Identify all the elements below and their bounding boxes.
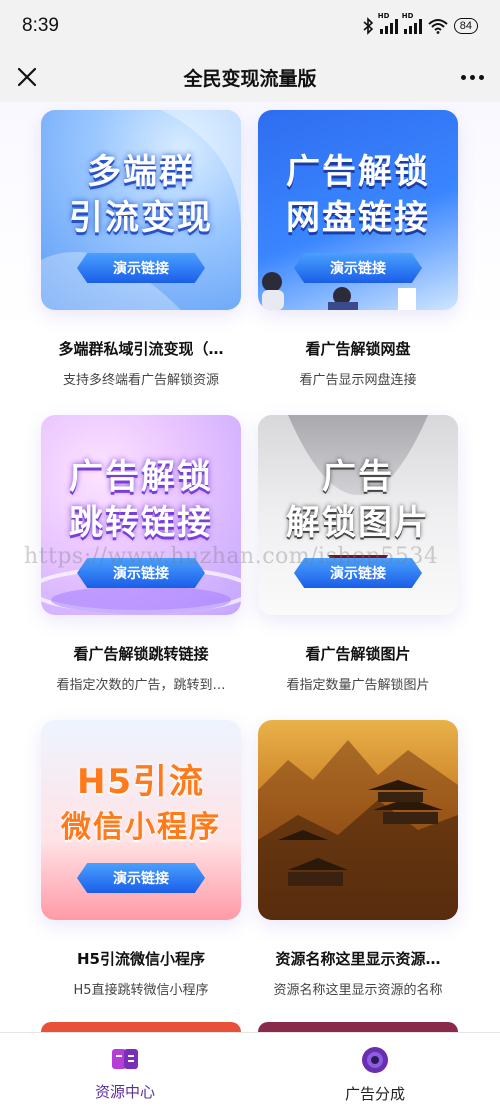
banner-line-1: 广告解锁 bbox=[69, 457, 213, 497]
battery-indicator: 84 bbox=[453, 18, 478, 34]
card-title: H5引流微信小程序 bbox=[77, 950, 205, 968]
card-desc: 资源名称这里显示资源的名称 bbox=[273, 983, 443, 998]
ad-share-icon bbox=[362, 1047, 388, 1073]
card-desc: H5直接跳转微信小程序 bbox=[73, 983, 209, 998]
card-banner: H5引流 微信小程序 演示链接 bbox=[41, 720, 241, 920]
wifi-icon bbox=[428, 19, 448, 34]
card-banner bbox=[258, 720, 458, 920]
page-title: 全民变现流量版 bbox=[183, 67, 317, 90]
signal-icon: HD bbox=[378, 12, 398, 34]
banner-line-1: 多端群 bbox=[87, 152, 195, 192]
next-card-peek bbox=[258, 1022, 458, 1032]
card-desc: 看指定数量广告解锁图片 bbox=[286, 678, 430, 693]
next-card-peek bbox=[41, 1022, 241, 1032]
resource-grid: 多端群 引流变现 演示链接 多端群私域引流变现（… 支持多终端看广告解锁资源 广… bbox=[0, 102, 500, 1032]
card-desc: 看指定次数的广告，跳转到… bbox=[56, 678, 226, 693]
tab-label: 资源中心 bbox=[94, 1083, 155, 1101]
landscape-illustration bbox=[258, 740, 458, 920]
signal-hd-label-2: HD bbox=[401, 12, 414, 20]
resource-card[interactable]: 广告解锁 网盘链接 演示链接 看广告解锁网盘 看广告显示网盘连接 bbox=[258, 110, 458, 388]
status-time: 8:39 bbox=[22, 15, 59, 36]
card-banner: 多端群 引流变现 演示链接 bbox=[41, 110, 241, 310]
card-title: 看广告解锁跳转链接 bbox=[73, 645, 209, 663]
banner-line-2: 微信小程序 bbox=[61, 810, 221, 845]
bluetooth-icon bbox=[363, 17, 373, 35]
card-title: 看广告解锁图片 bbox=[305, 645, 411, 663]
resource-card[interactable]: 多端群 引流变现 演示链接 多端群私域引流变现（… 支持多终端看广告解锁资源 bbox=[41, 110, 241, 388]
banner-line-2: 解锁图片 bbox=[286, 503, 430, 543]
close-icon[interactable] bbox=[14, 64, 40, 90]
signal-hd-label: HD bbox=[377, 12, 390, 20]
card-title: 看广告解锁网盘 bbox=[305, 340, 411, 358]
more-icon[interactable] bbox=[458, 64, 486, 90]
tab-bar: 资源中心 广告分成 bbox=[0, 1032, 500, 1111]
tab-ad-share[interactable]: 广告分成 bbox=[250, 1033, 500, 1111]
banner-line-2: 引流变现 bbox=[69, 198, 213, 238]
signal-icon-2: HD bbox=[402, 12, 422, 34]
card-title: 资源名称这里显示资源… bbox=[275, 950, 441, 968]
demo-link-button[interactable]: 演示链接 bbox=[77, 253, 205, 283]
tab-label: 广告分成 bbox=[344, 1085, 405, 1103]
card-title: 多端群私域引流变现（… bbox=[58, 340, 224, 358]
resource-card[interactable]: H5引流 微信小程序 演示链接 H5引流微信小程序 H5直接跳转微信小程序 bbox=[41, 720, 241, 998]
banner-line-2: 跳转链接 bbox=[69, 503, 213, 543]
card-banner: 广告 解锁图片 演示链接 bbox=[258, 415, 458, 615]
card-banner: 广告解锁 网盘链接 演示链接 bbox=[258, 110, 458, 310]
people-illustration bbox=[262, 272, 416, 310]
banner-line-1: H5引流 bbox=[76, 762, 206, 802]
tab-resource-center[interactable]: 资源中心 bbox=[0, 1033, 250, 1111]
resource-center-icon bbox=[112, 1049, 138, 1069]
card-desc: 看广告显示网盘连接 bbox=[299, 373, 417, 388]
card-desc: 支持多终端看广告解锁资源 bbox=[62, 373, 219, 388]
status-bar: 8:39 HD HD 84 bbox=[0, 0, 500, 52]
status-icons: HD HD 84 bbox=[362, 12, 478, 35]
demo-link-button[interactable]: 演示链接 bbox=[77, 863, 205, 893]
nav-bar: 全民变现流量版 bbox=[0, 52, 500, 102]
watermark: https://www.huzhan.com/ishop5534 bbox=[24, 544, 439, 569]
banner-line-1: 广告 bbox=[322, 457, 394, 497]
resource-card[interactable]: 资源名称这里显示资源… 资源名称这里显示资源的名称 bbox=[258, 720, 458, 998]
card-banner: 广告解锁 跳转链接 演示链接 bbox=[41, 415, 241, 615]
